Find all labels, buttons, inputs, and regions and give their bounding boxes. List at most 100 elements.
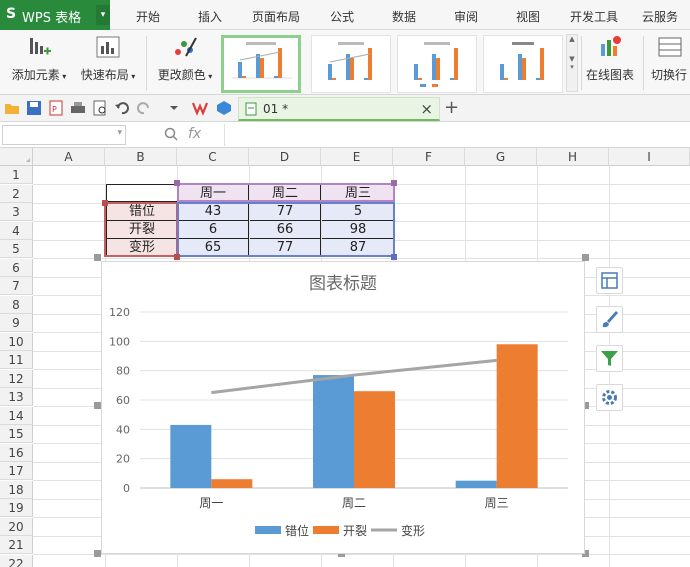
table-corner-cell[interactable]: [106, 184, 177, 202]
new-tab-icon[interactable]: +: [444, 97, 459, 118]
range-handle[interactable]: [391, 254, 397, 260]
name-box[interactable]: ▾: [2, 125, 126, 145]
quick-access-toolbar: P 01 * × +: [0, 95, 690, 122]
insert-function-button[interactable]: fx: [188, 126, 201, 142]
menu-data[interactable]: 数据: [392, 8, 416, 25]
column-header-c[interactable]: C: [177, 148, 249, 166]
scroll-down-icon[interactable]: ▼: [567, 55, 577, 63]
row-header[interactable]: 11: [0, 351, 33, 369]
column-header-b[interactable]: B: [105, 148, 177, 166]
range-handle[interactable]: [391, 180, 397, 186]
chart-style-button[interactable]: [596, 306, 623, 333]
column-header-h[interactable]: H: [537, 148, 609, 166]
change-color-button[interactable]: 更改颜色 ▾: [154, 34, 216, 83]
column-header-g[interactable]: G: [465, 148, 537, 166]
menu-bar: S WPS 表格 ▾ 开始 插入 页面布局 公式 数据 审阅 视图 开发工具 云…: [0, 0, 690, 30]
row-header[interactable]: 2: [0, 184, 33, 203]
row-header[interactable]: 4: [0, 221, 33, 240]
column-header-e[interactable]: E: [321, 148, 393, 166]
menu-insert[interactable]: 插入: [198, 8, 222, 25]
chart-filter-button[interactable]: [596, 345, 623, 372]
add-element-button[interactable]: 添加元素 ▾: [8, 34, 70, 83]
row-header[interactable]: 17: [0, 462, 33, 480]
row-header[interactable]: 22: [0, 554, 33, 567]
menu-cloud-service[interactable]: 云服务: [642, 8, 678, 25]
range-handle[interactable]: [174, 254, 180, 260]
row-header[interactable]: 3: [0, 203, 33, 221]
column-header-a[interactable]: A: [33, 148, 105, 166]
app-menu-arrow-icon[interactable]: ▾: [96, 5, 110, 25]
chart-style-thumb-4[interactable]: [483, 35, 563, 93]
row-header[interactable]: 7: [0, 277, 33, 295]
row-header[interactable]: 18: [0, 480, 33, 499]
column-header-f[interactable]: F: [393, 148, 465, 166]
row-header[interactable]: 21: [0, 536, 33, 554]
menu-page-layout[interactable]: 页面布局: [252, 8, 300, 25]
spreadsheet-grid[interactable]: A B C D E F G H I 1 2 3 4 5 6 7 8 9 10 11 12 13 14 15 1…: [0, 148, 690, 567]
row-header[interactable]: 20: [0, 517, 33, 536]
chart-resize-handle[interactable]: [94, 254, 101, 261]
row-header[interactable]: 6: [0, 258, 33, 277]
menu-start[interactable]: 开始: [136, 8, 160, 25]
svg-text:P: P: [52, 105, 57, 114]
row-header[interactable]: 9: [0, 314, 33, 332]
customize-toolbar-icon[interactable]: [166, 100, 182, 116]
row-header[interactable]: 13: [0, 388, 33, 406]
row-header[interactable]: 1: [0, 166, 33, 184]
change-color-label: 更改颜色: [157, 68, 206, 82]
switch-row-col-button[interactable]: 切换行: [651, 34, 690, 83]
online-chart-button[interactable]: 在线图表: [583, 34, 637, 83]
chart-resize-handle[interactable]: [94, 402, 101, 409]
print-preview-icon[interactable]: [92, 100, 108, 116]
x-tick-label: 周三: [485, 496, 509, 510]
app-menu-button[interactable]: S WPS 表格 ▾: [0, 0, 110, 30]
menu-developer-tools[interactable]: 开发工具: [570, 8, 618, 25]
row-header[interactable]: 16: [0, 443, 33, 462]
spreadsheet-file-icon: [245, 102, 257, 116]
chart-style-thumb-2[interactable]: [311, 35, 391, 93]
legend-label: 变形: [401, 523, 425, 538]
formula-input[interactable]: [224, 124, 688, 146]
row-header[interactable]: 19: [0, 499, 33, 517]
export-pdf-icon[interactable]: P: [48, 100, 64, 116]
undo-icon[interactable]: [114, 100, 130, 116]
column-header-i[interactable]: I: [609, 148, 690, 166]
row-header[interactable]: 12: [0, 369, 33, 388]
row-header[interactable]: 8: [0, 295, 33, 314]
redo-icon[interactable]: [136, 100, 152, 116]
row-header[interactable]: 14: [0, 406, 33, 425]
chart-title[interactable]: 图表标题: [309, 274, 377, 294]
zoom-icon[interactable]: [164, 127, 178, 141]
scroll-up-icon[interactable]: ▲: [567, 35, 577, 43]
range-handle[interactable]: [102, 200, 108, 206]
range-handle[interactable]: [174, 180, 180, 186]
column-header-d[interactable]: D: [249, 148, 321, 166]
gallery-scrollbar[interactable]: ▲ ▼ ▾: [566, 34, 578, 92]
chart-object[interactable]: 图表标题 0 20 40 60 80 100 120 周一 周二 周三 错位 开裂 变形: [101, 261, 585, 554]
cloud-box-icon[interactable]: [216, 100, 232, 116]
gallery-expand-icon[interactable]: ▾: [567, 63, 577, 71]
menu-formula[interactable]: 公式: [330, 8, 354, 25]
menu-review[interactable]: 审阅: [454, 8, 478, 25]
chart-elements-button[interactable]: [596, 267, 623, 294]
chart-bar: [455, 480, 497, 488]
row-header[interactable]: 15: [0, 425, 33, 443]
chevron-down-icon[interactable]: ▾: [117, 128, 122, 138]
select-all-corner[interactable]: [0, 148, 33, 166]
chart-style-thumb-3[interactable]: [397, 35, 477, 93]
row-header[interactable]: 10: [0, 332, 33, 351]
save-icon[interactable]: [26, 100, 42, 116]
wps-doc-icon[interactable]: [192, 100, 208, 116]
menu-view[interactable]: 视图: [516, 8, 540, 25]
quick-layout-button[interactable]: 快速布局 ▾: [76, 34, 140, 83]
print-icon[interactable]: [70, 100, 86, 116]
chart-resize-handle[interactable]: [582, 254, 589, 261]
document-tab[interactable]: 01 * ×: [238, 97, 440, 121]
chart-resize-handle[interactable]: [94, 550, 101, 557]
row-header[interactable]: 5: [0, 240, 33, 258]
chart-settings-button[interactable]: [596, 384, 623, 411]
change-color-icon: [175, 37, 197, 57]
open-folder-icon[interactable]: [4, 100, 20, 116]
chart-style-thumb-1[interactable]: [221, 35, 301, 93]
close-tab-icon[interactable]: ×: [420, 100, 433, 118]
